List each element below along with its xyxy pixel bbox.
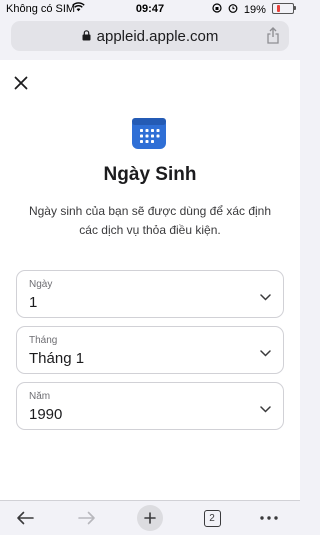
birthday-sheet: Ngày Sinh Ngày sinh của bạn sẽ được dùng… [0,60,300,500]
battery-icon [272,3,296,14]
back-button[interactable] [8,501,42,535]
more-button[interactable] [252,501,286,535]
year-label: Năm [29,391,51,402]
rotation-lock-icon [212,3,225,16]
address-bar[interactable]: appleid.apple.com [11,21,289,51]
month-select[interactable]: Tháng Tháng 1 [16,326,284,374]
alarm-icon [228,4,241,16]
url-display[interactable]: appleid.apple.com [11,28,289,45]
close-icon [14,76,28,90]
status-bar: Không có SIM 09:47 19% [0,0,300,18]
battery-level [277,5,280,12]
day-value: 1 [29,294,38,311]
chevron-down-icon [260,288,271,306]
tabs-button[interactable]: 2 [196,501,228,535]
forward-button[interactable] [70,501,104,535]
battery-percent: 19% [243,4,266,16]
more-icon [260,516,278,520]
day-select[interactable]: Ngày 1 [16,270,284,318]
chevron-down-icon [260,400,271,418]
new-tab-button[interactable] [134,501,166,535]
calendar-icon [131,114,167,150]
plus-icon [144,512,156,524]
browser-toolbar: 2 [0,500,300,535]
status-right: 19% [209,3,296,16]
month-value: Tháng 1 [29,350,85,367]
forward-arrow-icon [78,511,95,525]
page-title: Ngày Sinh [103,164,197,185]
month-label: Tháng [29,335,58,346]
back-arrow-icon [17,511,34,525]
page-description: Ngày sinh của bạn sẽ được dùng để xác đị… [28,204,272,237]
year-value: 1990 [29,406,63,423]
tab-count: 2 [203,509,221,527]
close-button[interactable] [14,74,28,94]
url-text: appleid.apple.com [96,28,219,45]
day-label: Ngày [29,279,53,290]
share-icon[interactable] [266,27,280,49]
year-select[interactable]: Năm 1990 [16,382,284,430]
lock-icon [82,30,94,44]
chevron-down-icon [260,344,271,362]
